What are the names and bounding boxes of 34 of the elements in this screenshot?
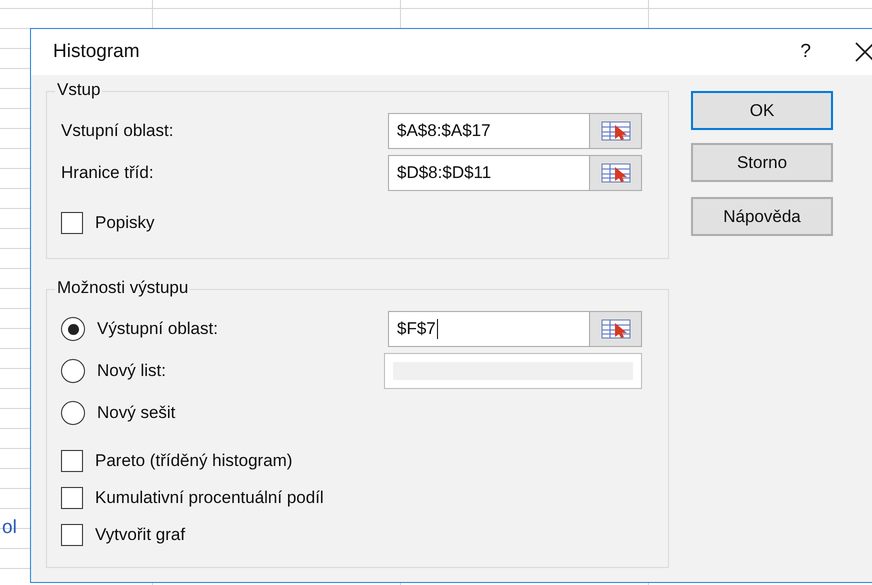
range-field[interactable]: $F$7 — [388, 311, 590, 347]
group-title: Vstup — [55, 80, 102, 100]
group-title: Možnosti výstupu — [55, 278, 190, 298]
range-select-icon — [600, 318, 630, 340]
radio-button[interactable] — [61, 359, 85, 383]
range-field[interactable]: $D$8:$D$11 — [388, 155, 590, 191]
field-label: Hranice tříd: — [61, 163, 155, 183]
checkbox[interactable] — [61, 486, 83, 508]
checkbox[interactable] — [61, 450, 83, 472]
sheet-text: ol — [2, 517, 17, 539]
radio-label: Nový sešit — [97, 403, 176, 423]
range-field[interactable]: $A$8:$A$17 — [388, 113, 590, 149]
window-title: Histogram — [53, 41, 141, 63]
range-select-button[interactable] — [590, 113, 642, 149]
checkbox[interactable] — [61, 212, 83, 234]
radio-button[interactable] — [61, 401, 85, 425]
range-select-button[interactable] — [590, 311, 642, 347]
range-select-button[interactable] — [590, 155, 642, 191]
range-select-icon — [600, 120, 630, 142]
radio-button[interactable] — [61, 317, 85, 341]
help-button[interactable]: ? — [800, 41, 811, 63]
radio-label: Výstupní oblast: — [97, 319, 219, 339]
checkbox[interactable] — [61, 524, 83, 546]
range-select-icon — [600, 162, 630, 184]
dialog-button[interactable]: Nápověda — [691, 197, 833, 236]
dialog-button[interactable]: OK — [691, 91, 833, 130]
radio-label: Nový list: — [97, 361, 167, 381]
checkbox-label: Popisky — [95, 213, 155, 233]
checkbox-label: Kumulativní procentuální podíl — [95, 488, 324, 508]
field-label: Vstupní oblast: — [61, 121, 174, 141]
dialog-button[interactable]: Storno — [691, 143, 833, 182]
checkbox-label: Vytvořit graf — [95, 524, 186, 544]
checkbox-label: Pareto (tříděný histogram) — [95, 450, 292, 470]
close-icon[interactable] — [853, 40, 872, 64]
